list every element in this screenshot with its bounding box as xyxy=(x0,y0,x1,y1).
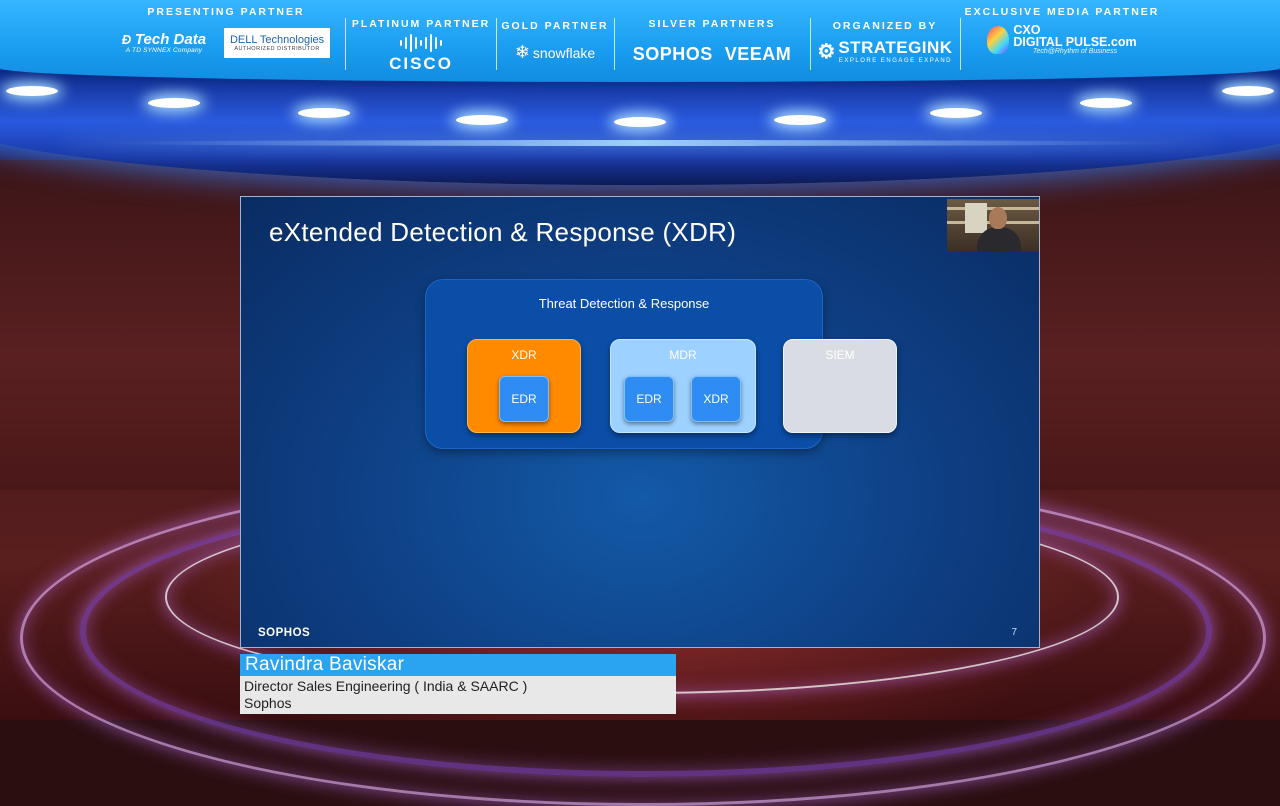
xdr-box-label: XDR xyxy=(511,348,537,362)
colorful-head-icon xyxy=(987,25,1010,54)
presentation-slide: eXtended Detection & Response (XDR) Thre… xyxy=(240,196,1040,648)
mdr-xdr-box: XDR xyxy=(691,376,741,422)
platinum-partner-title: PLATINUM PARTNER xyxy=(351,18,491,30)
techdata-tagline: A TD SYNNEX Company xyxy=(125,47,203,54)
speaker-lower-third: Ravindra Baviskar Director Sales Enginee… xyxy=(240,654,676,714)
organized-by-group: ORGANIZED BY ⚙ STRATEGINK EXPLORE ENGAGE… xyxy=(814,6,956,64)
stage-wall-left xyxy=(0,160,240,490)
ceiling-light xyxy=(148,98,200,108)
banner-divider xyxy=(496,18,497,70)
mdr-edr-box: EDR xyxy=(624,376,674,422)
techdata-logo: Ð Tech Data A TD SYNNEX Company xyxy=(121,31,207,54)
ceiling-light xyxy=(6,86,58,96)
cisco-logo-text: CISCO xyxy=(389,54,453,73)
gear-icon: ⚙ xyxy=(817,40,836,63)
slide-sophos-logo: SOPHOS xyxy=(258,627,311,639)
slide-title: eXtended Detection & Response (XDR) xyxy=(269,217,737,247)
cisco-bars-icon xyxy=(400,33,442,53)
ceiling-light xyxy=(614,117,666,127)
ceiling-light xyxy=(456,115,508,125)
sponsor-banner: PRESENTING PARTNER Ð Tech Data A TD SYNN… xyxy=(0,0,1280,82)
webcam-person-body xyxy=(977,227,1021,252)
presenting-partner-title: PRESENTING PARTNER xyxy=(147,6,305,18)
ceiling-light xyxy=(930,108,982,118)
dell-technologies-logo: DELL Technologies AUTHORIZED DISTRIBUTOR xyxy=(224,28,331,58)
banner-divider xyxy=(345,18,346,70)
snowflake-logo: ❄ snowflake xyxy=(515,42,595,63)
silver-partners-title: SILVER PARTNERS xyxy=(648,18,776,30)
speaker-job-title: Director Sales Engineering ( India & SAA… xyxy=(244,678,528,694)
silver-partners-group: SILVER PARTNERS SOPHOS VEEAM xyxy=(618,6,806,65)
cxo-digital-pulse-logo: CXO DIGITAL PULSE.com Tech@Rhythm of Bus… xyxy=(987,24,1137,55)
cxo-logo-line2: DIGITAL PULSE.com xyxy=(1013,35,1137,49)
siem-box-label: SIEM xyxy=(825,348,855,362)
snowflake-icon: ❄ xyxy=(514,42,530,62)
ceiling-light xyxy=(1222,86,1274,96)
techdata-logo-text: Tech Data xyxy=(134,31,207,48)
speaker-webcam-thumbnail xyxy=(947,199,1039,252)
siem-box: SIEM xyxy=(783,339,897,433)
stage-ceiling xyxy=(0,70,1280,185)
ceiling-light xyxy=(1080,98,1132,108)
ceiling-light xyxy=(298,108,350,118)
stage-wall-right xyxy=(1040,160,1280,490)
media-partner-title: EXCLUSIVE MEDIA PARTNER xyxy=(964,6,1160,18)
xdr-box: XDR EDR xyxy=(467,339,581,433)
ceiling-light xyxy=(774,115,826,125)
banner-divider xyxy=(810,18,811,70)
veeam-logo: VEEAM xyxy=(724,44,792,64)
gold-partner-title: GOLD PARTNER xyxy=(501,20,609,32)
xdr-edr-box: EDR xyxy=(499,376,549,422)
organized-by-title: ORGANIZED BY xyxy=(832,20,938,32)
cisco-logo: CISCO xyxy=(350,33,492,74)
strategink-logo-text: STRATEGINK xyxy=(838,38,953,57)
sophos-logo: SOPHOS xyxy=(632,44,713,64)
media-partner-group: EXCLUSIVE MEDIA PARTNER CXO DIGITAL PULS… xyxy=(964,6,1160,55)
banner-divider xyxy=(614,18,615,70)
dell-logo-subtext: AUTHORIZED DISTRIBUTOR xyxy=(234,46,320,52)
speaker-name: Ravindra Baviskar xyxy=(240,654,676,676)
speaker-company: Sophos xyxy=(244,695,292,711)
mdr-box-label: MDR xyxy=(669,348,697,362)
snowflake-logo-text: snowflake xyxy=(532,44,596,61)
gold-partner-group: GOLD PARTNER ❄ snowflake xyxy=(500,6,610,63)
presenting-partner-group: PRESENTING PARTNER Ð Tech Data A TD SYNN… xyxy=(112,6,340,58)
webcam-window xyxy=(965,203,987,233)
platinum-partner-group: PLATINUM PARTNER CISCO xyxy=(350,6,492,74)
slide-page-number: 7 xyxy=(1011,627,1017,638)
cxo-tagline: Tech@Rhythm of Business xyxy=(1032,48,1118,55)
speaker-info-box: Director Sales Engineering ( India & SAA… xyxy=(240,676,676,714)
mdr-box: MDR EDR XDR xyxy=(610,339,756,433)
webcam-person-head xyxy=(989,207,1007,229)
strategink-tagline: EXPLORE ENGAGE EXPAND xyxy=(838,58,953,64)
ceiling-glow xyxy=(60,140,1220,146)
banner-divider xyxy=(960,18,961,70)
dell-logo-text: DELL Technologies xyxy=(229,34,325,46)
threat-detection-response-label: Threat Detection & Response xyxy=(538,296,710,311)
strategink-logo: ⚙ STRATEGINK EXPLORE ENGAGE EXPAND xyxy=(817,38,952,64)
